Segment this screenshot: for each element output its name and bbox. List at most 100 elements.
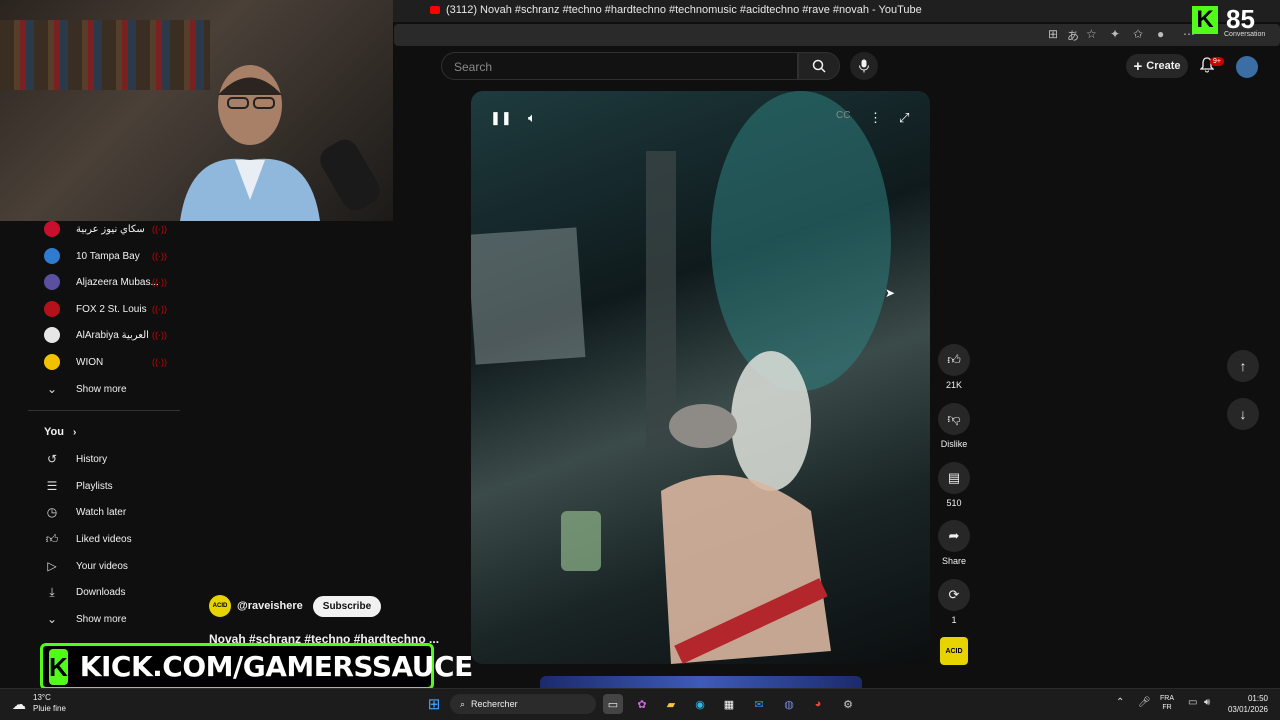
fullscreen-icon[interactable]: ⤢ [899, 110, 909, 126]
system-clock[interactable]: 01:50 03/01/2026 [1226, 693, 1268, 715]
speaker-icon[interactable]: 🔊︎ [1204, 697, 1210, 708]
mouse-cursor-icon: ➤ [885, 286, 896, 300]
settings-gear-icon[interactable]: ⚙ [838, 694, 858, 714]
mail-icon[interactable]: ✉ [749, 694, 769, 714]
sidebar-item-wion[interactable]: WION ((·)) [44, 349, 184, 375]
share-button[interactable]: ➦ [938, 520, 970, 552]
video-icon: ▷ [47, 559, 57, 573]
sidebar-item-watch-later[interactable]: ◷ Watch later [44, 499, 184, 525]
keyboard-language[interactable]: FRA FR [1160, 694, 1174, 712]
history-icon: ↺ [46, 452, 58, 466]
create-button[interactable]: + Create [1126, 54, 1188, 78]
favorite-star-icon[interactable]: ☆ [1086, 27, 1097, 41]
dislike-button[interactable]: 👎︎ [938, 403, 970, 435]
comments-button[interactable]: ▤ [938, 462, 970, 494]
weather-description: Pluie fine [33, 704, 66, 713]
sidebar-item-label: سكاي نيوز عربية [76, 223, 145, 235]
you-label: You [44, 426, 64, 438]
subscribe-button[interactable]: Subscribe [312, 595, 382, 617]
sidebar-item-aljazeera-mubasher[interactable]: Aljazeera Mubas... ((·)) [44, 269, 184, 295]
sound-thumbnail[interactable]: ACID [940, 637, 968, 665]
like-action[interactable]: 👍︎ 21K [938, 344, 970, 390]
address-bar[interactable] [394, 24, 1280, 46]
sidebar-item-label: Aljazeera Mubas... [76, 276, 159, 288]
sidebar-item-label: Liked videos [76, 533, 132, 545]
kick-banner-text: KICK.COM/GAMERSSAUCE [79, 650, 473, 683]
tray-chevron-up-icon[interactable]: ⌃ [1116, 697, 1124, 708]
sidebar-item-your-videos[interactable]: ▷ Your videos [44, 553, 184, 579]
microphone-arm [320, 139, 380, 211]
like-button[interactable]: 👍︎ [938, 344, 970, 376]
search-icon: ⌕ [460, 698, 466, 709]
plus-icon: + [1133, 57, 1143, 75]
channel-avatar [44, 354, 60, 370]
taskbar-search[interactable]: ⌕ Rechercher [450, 694, 596, 714]
browser-tab-title[interactable]: (3112) Novah #schranz #techno #hardtechn… [446, 4, 922, 16]
share-label: Share [941, 556, 967, 566]
windows-start-icon[interactable]: ⊞ [424, 694, 444, 714]
discord-icon[interactable]: ◍ [779, 694, 799, 714]
sidebar-show-more-subscriptions[interactable]: ⌄ Show more [44, 376, 184, 402]
sidebar-show-more-you[interactable]: ⌄ Show more [44, 606, 184, 632]
sidebar-item-alarabiya[interactable]: AlArabiya العربية ((·)) [44, 322, 184, 348]
volume-icon[interactable]: 🔈︎ [528, 110, 536, 126]
channel-avatar [44, 327, 60, 343]
sidebar-item-history[interactable]: ↺ History [44, 446, 184, 472]
chrome-icon[interactable]: ◕ [808, 694, 828, 714]
taskbar-search-label: Rechercher [471, 699, 518, 709]
download-icon: ⤓ [49, 584, 55, 599]
kick-logo-icon: K [49, 648, 68, 685]
next-short-button[interactable]: ↓ [1227, 398, 1259, 430]
chevron-down-icon: ⌄ [46, 612, 58, 626]
comment-icon: ▤ [947, 470, 961, 485]
extensions-icon[interactable]: ✦ [1110, 27, 1120, 41]
sidebar-item-sky-news-arabia[interactable]: سكاي نيوز عربية ((·)) [44, 216, 184, 242]
network-icon[interactable]: ▭ [1188, 697, 1197, 708]
sidebar-section-you[interactable]: You › [44, 426, 76, 438]
task-view-icon[interactable]: ▭ [603, 694, 623, 714]
kick-logo-icon: K [1192, 6, 1218, 34]
channel-avatar [44, 274, 60, 290]
thumbs-up-icon: 👍︎ [947, 352, 961, 367]
weather-temperature: 13°C [33, 693, 51, 702]
browser-profile-icon[interactable]: ● [1157, 27, 1164, 41]
remix-button[interactable]: ⟳ [938, 579, 970, 611]
kick-stream-banner: K KICK.COM/GAMERSSAUCE [40, 643, 473, 690]
tray-microphone-icon[interactable]: 🎤︎ [1138, 697, 1151, 708]
previous-short-button[interactable]: ↑ [1227, 350, 1259, 382]
share-action[interactable]: ➦ Share [938, 520, 970, 566]
copilot-icon[interactable]: ✿ [632, 694, 652, 714]
sidebar-item-downloads[interactable]: ⤓ Downloads [44, 579, 184, 605]
sidebar-item-fox2-st-louis[interactable]: FOX 2 St. Louis ((·)) [44, 296, 184, 322]
remix-action[interactable]: ⟳ 1 [938, 579, 970, 625]
comments-action[interactable]: ▤ 510 [938, 462, 970, 508]
more-options-icon[interactable]: ⋮ [869, 110, 882, 126]
voice-search-button[interactable] [850, 52, 878, 80]
sidebar-item-liked-videos[interactable]: 👍︎ Liked videos [44, 526, 184, 552]
dislike-action[interactable]: 👎︎ Dislike [938, 403, 970, 449]
pause-icon[interactable]: ❚❚ [490, 110, 512, 126]
store-icon[interactable]: ▦ [719, 694, 739, 714]
channel-avatar [44, 221, 60, 237]
shorts-video-player[interactable] [471, 91, 930, 664]
microphone-icon [859, 59, 869, 73]
weather-cloud-icon[interactable]: ☁ [12, 696, 26, 713]
channel-name-link[interactable]: @raveishere [237, 600, 303, 612]
captions-icon[interactable]: CC [836, 110, 850, 121]
arrow-up-icon: ↑ [1239, 358, 1247, 374]
search-input[interactable]: Search [441, 52, 798, 80]
sidebar-item-playlists[interactable]: ☰ Playlists [44, 473, 184, 499]
file-explorer-icon[interactable]: ▰ [661, 694, 681, 714]
edge-browser-icon[interactable]: ◉ [690, 694, 710, 714]
channel-row: ACID @raveishere Subscribe [209, 595, 382, 617]
translate-icon[interactable]: あ [1067, 27, 1079, 44]
apps-icon[interactable]: ⊞ [1048, 27, 1058, 41]
sidebar-item-10-tampa-bay[interactable]: 10 Tampa Bay ((·)) [44, 243, 184, 269]
search-button[interactable] [798, 52, 840, 80]
favorites-icon[interactable]: ✩ [1133, 27, 1143, 41]
notification-badge: 9+ [1210, 57, 1224, 66]
share-arrow-icon: ➦ [948, 528, 960, 543]
account-avatar[interactable] [1236, 56, 1258, 78]
next-video-preview [540, 676, 862, 688]
channel-avatar[interactable]: ACID [209, 595, 231, 617]
